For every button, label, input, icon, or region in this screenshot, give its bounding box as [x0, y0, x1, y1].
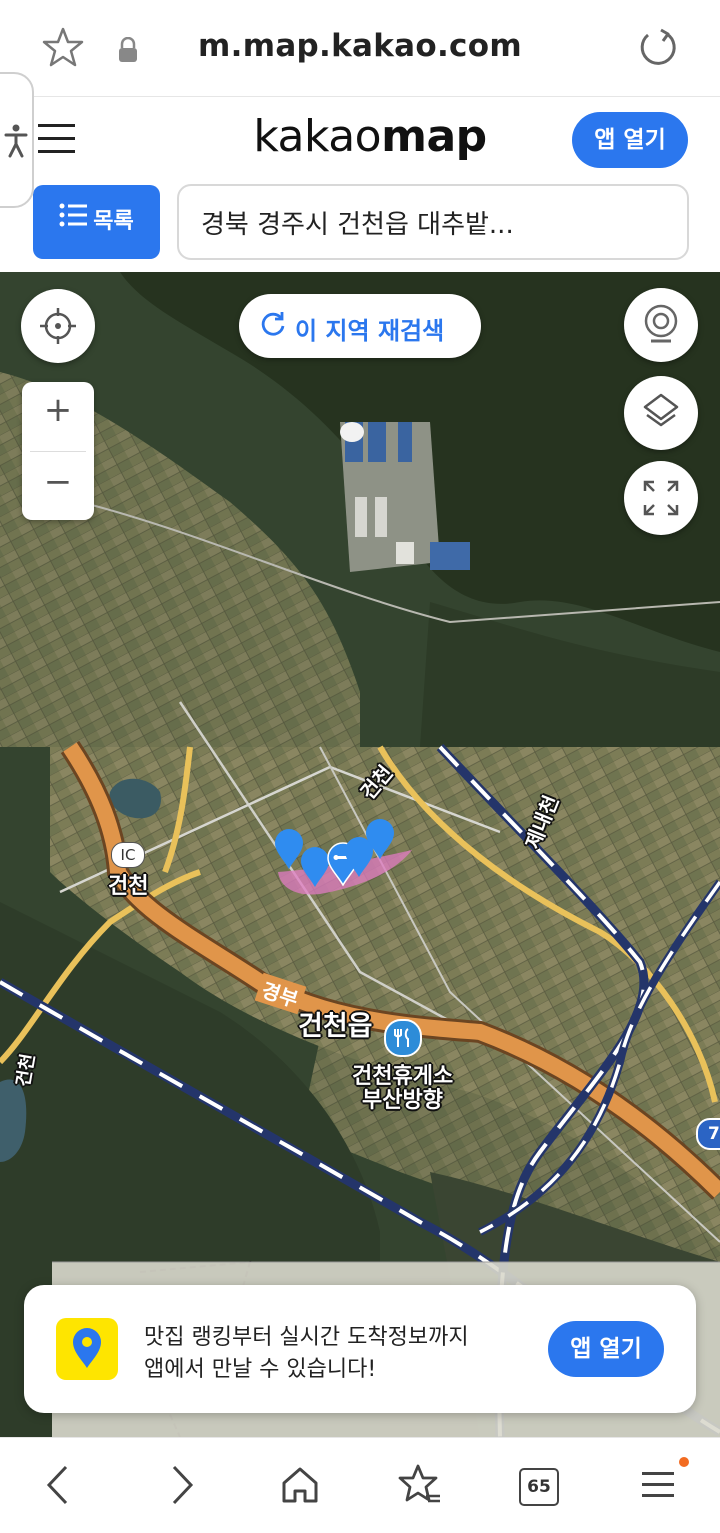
layers-icon — [643, 393, 679, 427]
search-query-text: 경북 경주시 건천읍 대추밭... — [201, 210, 514, 240]
promo-text-line1: 맛집 랭킹부터 실시간 도착정보까지 — [144, 1325, 469, 1350]
town-label: 건천읍 — [298, 1011, 373, 1042]
map-pin-icon — [73, 1328, 101, 1368]
crosshair-icon — [40, 308, 76, 344]
notification-dot — [679, 1457, 689, 1467]
kakaomap-app-icon — [56, 1318, 118, 1380]
list-button[interactable]: 목록 — [33, 185, 160, 259]
forward-icon[interactable] — [168, 1464, 196, 1506]
browser-menu-icon[interactable] — [640, 1468, 678, 1502]
map-view[interactable]: IC 건천 건천 제내천 경부 건천읍 건천휴게소 부산방향 건천 7 + − … — [0, 272, 720, 1437]
roadview-button[interactable] — [624, 288, 698, 362]
zoom-control: + − — [22, 382, 94, 520]
bookmarks-icon[interactable] — [398, 1463, 442, 1507]
accessibility-icon — [4, 124, 28, 158]
research-area-label: 이 지역 재검색 — [295, 317, 445, 345]
browser-url-bar: m.map.kakao.com — [0, 0, 720, 97]
promo-text-line2: 앱에서 만날 수 있습니다! — [144, 1357, 377, 1382]
current-location-button[interactable] — [21, 289, 95, 363]
reload-icon[interactable] — [636, 26, 678, 68]
list-button-label: 목록 — [93, 209, 134, 234]
fullscreen-button[interactable] — [624, 461, 698, 535]
roadview-camera-icon — [644, 304, 678, 343]
home-icon[interactable] — [280, 1465, 320, 1505]
promo-app-open-button[interactable]: 앱 열기 — [548, 1321, 664, 1377]
zoom-in-button[interactable]: + — [22, 390, 94, 430]
map-layers-button[interactable] — [624, 376, 698, 450]
location-marker[interactable] — [365, 818, 395, 860]
restaurant-icon[interactable] — [384, 1019, 422, 1057]
app-open-button[interactable]: 앱 열기 — [572, 112, 688, 168]
list-icon — [59, 185, 89, 259]
rest-area-label-line2: 부산방향 — [362, 1088, 443, 1113]
ic-badge: IC — [111, 842, 145, 868]
research-area-button[interactable]: 이 지역 재검색 — [239, 294, 481, 358]
ic-name-label: 건천 — [108, 874, 149, 899]
app-header: kakaomap 앱 열기 목록 경북 경주시 건천읍 대추밭... — [0, 97, 720, 272]
app-promo-banner: 맛집 랭킹부터 실시간 도착정보까지 앱에서 만날 수 있습니다! 앱 열기 — [24, 1285, 696, 1413]
tabs-button[interactable]: 65 — [519, 1468, 559, 1506]
accessibility-tab[interactable] — [0, 72, 34, 208]
zoom-out-button[interactable]: − — [22, 462, 94, 502]
refresh-icon — [261, 312, 285, 336]
search-box[interactable]: 경북 경주시 건천읍 대추밭... — [177, 184, 689, 260]
route-badge: 7 — [696, 1118, 720, 1150]
expand-icon — [643, 480, 679, 516]
zoom-divider — [30, 451, 86, 452]
back-icon[interactable] — [44, 1464, 72, 1506]
url-text[interactable]: m.map.kakao.com — [0, 28, 720, 64]
browser-nav-bar: 65 — [0, 1437, 720, 1533]
location-marker[interactable] — [300, 846, 330, 888]
